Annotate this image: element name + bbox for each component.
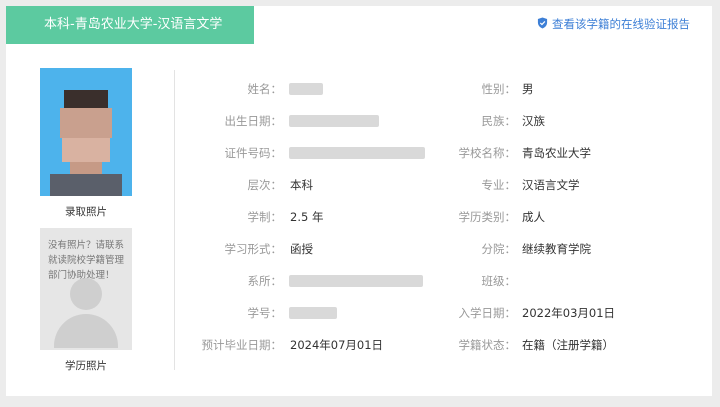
field-label: 分院： — [481, 242, 517, 256]
field-branch: 分院： — [426, 241, 517, 257]
record-title-tab: 本科-青岛农业大学-汉语言文学 — [6, 6, 254, 44]
field-gender: 性别： — [426, 81, 517, 97]
enrollment-photo-label: 录取照片 — [65, 206, 107, 218]
avatar-placeholder-body — [54, 314, 118, 348]
field-value: 函授 — [290, 242, 313, 256]
avatar-placeholder-icon — [70, 278, 102, 310]
field-study-mode: 学习形式： — [186, 241, 283, 257]
field-label: 学号： — [247, 306, 283, 320]
verify-report-link-text: 查看该学籍的在线验证报告 — [552, 17, 690, 31]
field-value: 本科 — [290, 178, 313, 192]
field-value: 汉族 — [522, 114, 545, 128]
field-enrollment-date: 入学日期： — [426, 305, 517, 321]
field-value: 汉语言文学 — [522, 178, 580, 192]
field-label: 学习形式： — [224, 242, 283, 256]
field-label: 系所： — [247, 274, 283, 288]
field-expected-graduation: 预计毕业日期： — [186, 337, 283, 353]
field-name: 姓名： — [186, 81, 283, 97]
record-title: 本科-青岛农业大学-汉语言文学 — [44, 17, 223, 32]
field-education-type: 学历类别： — [426, 209, 517, 225]
field-department: 系所： — [186, 273, 283, 289]
field-label: 姓名： — [247, 82, 283, 96]
field-class: 班级： — [426, 273, 517, 289]
enrollment-photo — [40, 68, 132, 196]
field-status: 学籍状态： — [426, 337, 517, 353]
field-value: 2024年07月01日 — [290, 338, 384, 352]
student-record-card: 本科-青岛农业大学-汉语言文学 查看该学籍的在线验证报告 录取照片 没有照片？请… — [6, 6, 712, 396]
redacted-value — [289, 307, 337, 319]
field-label: 学历类别： — [458, 210, 517, 224]
field-value: 2022年03月01日 — [522, 306, 616, 320]
field-student-number: 学号： — [186, 305, 283, 321]
field-school: 学校名称： — [426, 145, 517, 161]
field-ethnicity: 民族： — [426, 113, 517, 129]
verify-report-link[interactable]: 查看该学籍的在线验证报告 — [537, 16, 690, 32]
field-birth-date: 出生日期： — [186, 113, 283, 129]
field-label: 学校名称： — [458, 146, 517, 160]
field-label: 专业： — [481, 178, 517, 192]
field-label: 学籍状态： — [458, 338, 517, 352]
field-value: 男 — [522, 82, 534, 96]
field-label: 入学日期： — [458, 306, 517, 320]
redacted-value — [289, 147, 425, 159]
field-label: 证件号码： — [224, 146, 283, 160]
field-label: 预计毕业日期： — [201, 338, 283, 352]
field-duration: 学制： — [186, 209, 283, 225]
redacted-value — [289, 115, 379, 127]
diploma-photo-label: 学历照片 — [65, 360, 107, 372]
field-value: 在籍（注册学籍） — [522, 338, 614, 352]
shield-check-icon — [537, 17, 548, 32]
field-label: 班级： — [481, 274, 517, 288]
column-divider — [174, 70, 175, 370]
field-label: 学制： — [247, 210, 283, 224]
field-value: 成人 — [522, 210, 545, 224]
field-major: 专业： — [426, 177, 517, 193]
field-label: 层次： — [247, 178, 283, 192]
no-photo-message: 没有照片？请联系就读院校学籍管理部门协助处理！ — [48, 240, 125, 281]
field-label: 性别： — [481, 82, 517, 96]
field-label: 民族： — [481, 114, 517, 128]
redacted-value — [289, 275, 423, 287]
field-value: 继续教育学院 — [522, 242, 591, 256]
field-label: 出生日期： — [224, 114, 283, 128]
field-id-number: 证件号码： — [186, 145, 283, 161]
field-value: 2.5 年 — [290, 210, 324, 224]
diploma-photo-placeholder: 没有照片？请联系就读院校学籍管理部门协助处理！ — [40, 228, 132, 350]
field-level: 层次： — [186, 177, 283, 193]
field-value: 青岛农业大学 — [522, 146, 591, 160]
photo-column: 录取照片 没有照片？请联系就读院校学籍管理部门协助处理！ 学历照片 — [40, 68, 132, 373]
redacted-value — [289, 83, 323, 95]
